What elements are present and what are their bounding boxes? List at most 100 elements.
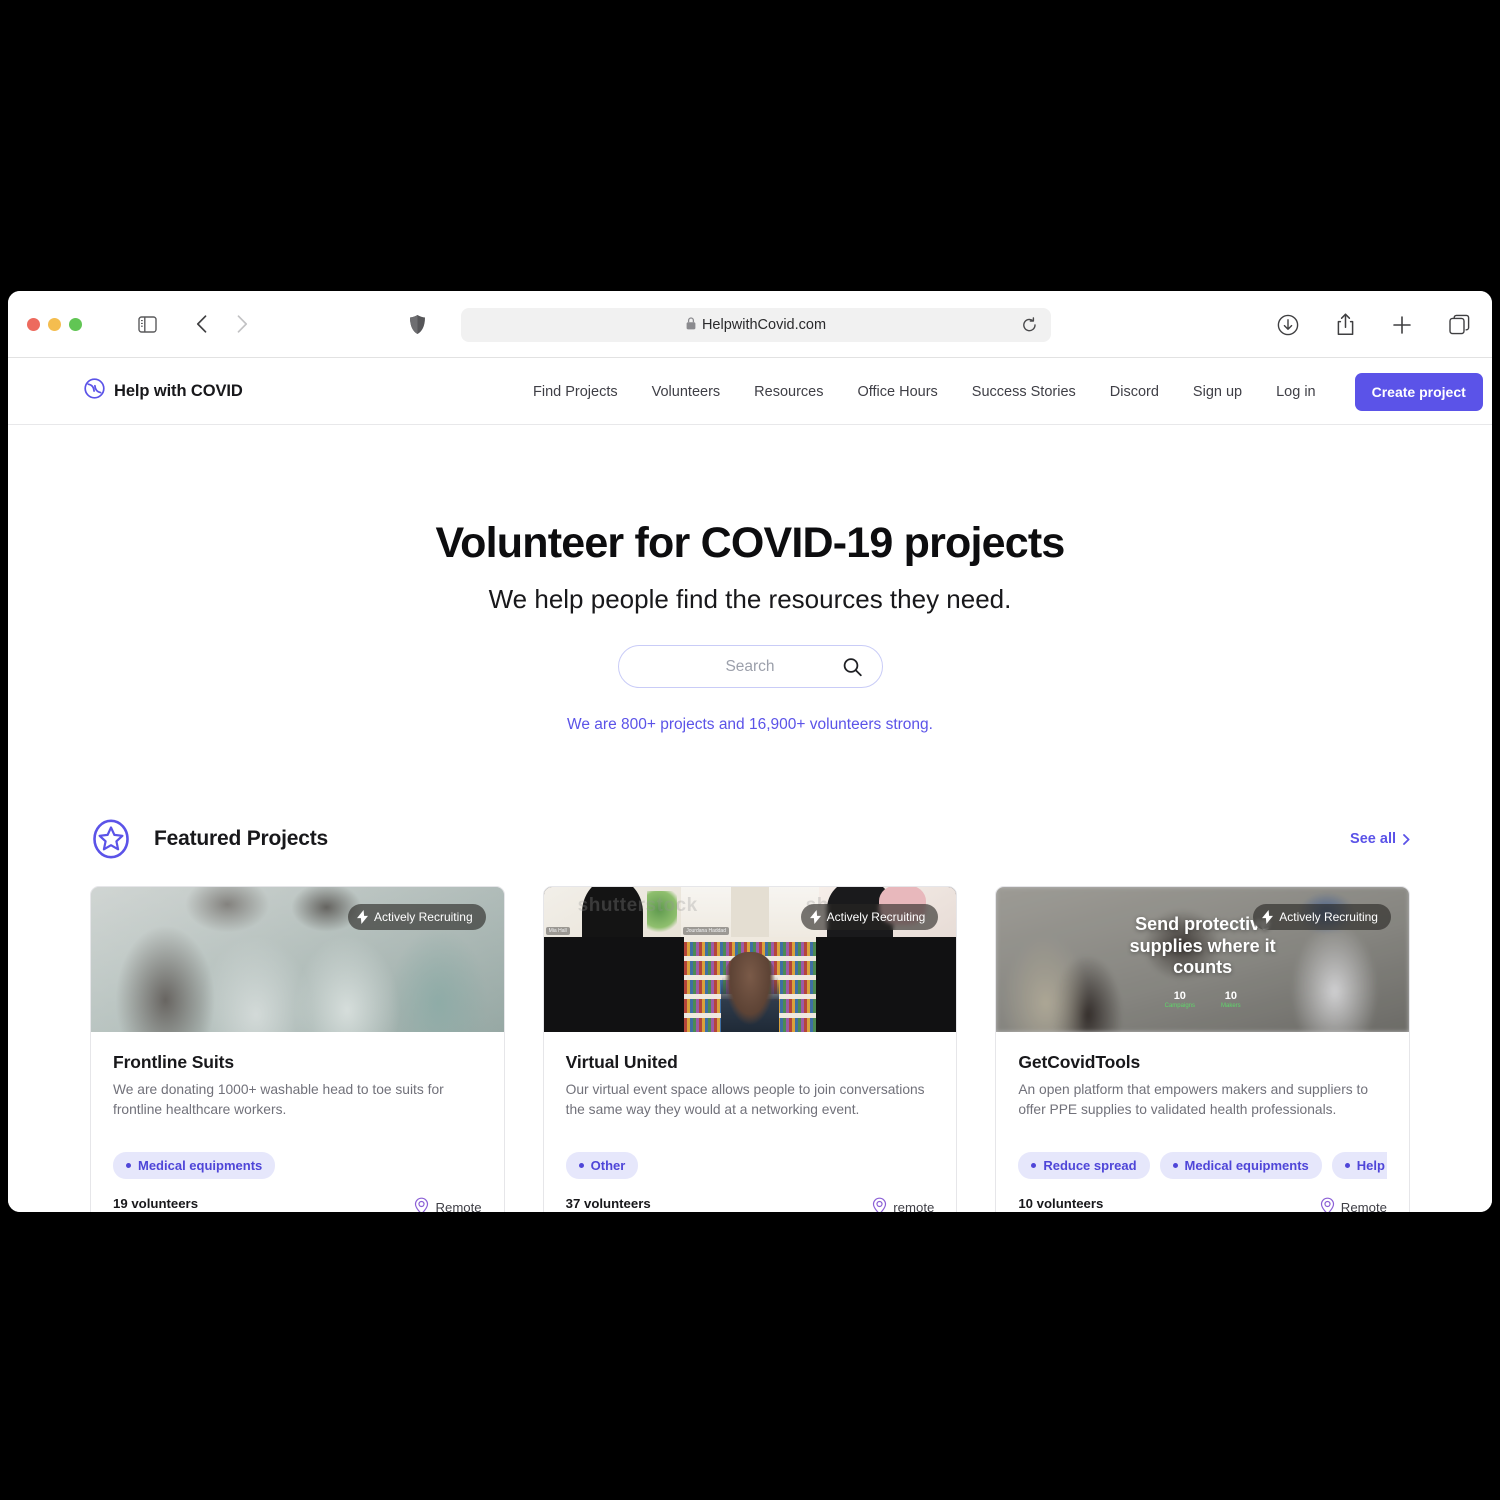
tag-chip[interactable]: Help ou xyxy=(1331,1152,1387,1180)
project-card-image: Mia Hall Jourdana Haddad shutterstock sh xyxy=(543,887,957,1032)
browser-toolbar: HelpwithCovid.com xyxy=(8,291,1492,358)
tag-dot-icon xyxy=(1172,1163,1178,1169)
see-all-label: See all xyxy=(1350,831,1396,847)
lock-icon xyxy=(686,316,696,334)
sidebar-toggle-icon[interactable] xyxy=(132,309,162,339)
project-card[interactable]: Actively Recruiting Frontline Suits We a… xyxy=(90,886,505,1212)
project-card-body: Virtual United Our virtual event space a… xyxy=(544,1032,957,1180)
video-main-speaker-tile xyxy=(683,937,817,1032)
project-tags: Reduce spread Medical equipments Help ou xyxy=(1018,1152,1387,1180)
nav-link-volunteers[interactable]: Volunteers xyxy=(635,384,738,400)
minimize-window-button[interactable] xyxy=(48,317,61,331)
nav-link-sign-up[interactable]: Sign up xyxy=(1176,384,1259,400)
forward-arrow-icon[interactable] xyxy=(227,309,257,339)
location-label: Remote xyxy=(435,1200,482,1212)
status-badge: Actively Recruiting xyxy=(800,904,939,930)
site-navbar: Help with COVID Find Projects Volunteers… xyxy=(8,358,1492,425)
see-all-link[interactable]: See all xyxy=(1350,831,1410,847)
featured-projects-section: Featured Projects See all Actively Recru… xyxy=(8,818,1492,1212)
tag-label: Other xyxy=(590,1158,626,1174)
tab-overview-icon[interactable] xyxy=(1444,310,1474,340)
project-location: Remote xyxy=(414,1196,482,1212)
video-tile-label: Jourdana Haddad xyxy=(683,927,729,935)
project-description: Our virtual event space allows people to… xyxy=(565,1082,925,1117)
help-with-covid-logo-icon xyxy=(84,378,105,404)
project-meta: 19 volunteers 12 months ago xyxy=(113,1196,200,1212)
project-card-body: Frontline Suits We are donating 1000+ wa… xyxy=(91,1032,504,1180)
stat-label: Campaigns xyxy=(1164,1003,1195,1010)
zoom-window-button[interactable] xyxy=(69,317,82,331)
tag-dot-icon xyxy=(1344,1163,1350,1169)
reload-icon[interactable] xyxy=(1017,313,1041,337)
stat-label: Makers xyxy=(1221,1003,1241,1010)
project-location: remote xyxy=(872,1196,934,1212)
create-project-button[interactable]: Create project xyxy=(1354,372,1483,411)
project-description: We are donating 1000+ washable head to t… xyxy=(113,1082,444,1117)
nav-link-discord[interactable]: Discord xyxy=(1093,384,1176,400)
search-box[interactable] xyxy=(617,645,883,688)
video-tile: Jourdana Haddad xyxy=(681,887,819,937)
brand-logo-group[interactable]: Help with COVID xyxy=(84,378,243,404)
status-badge: Actively Recruiting xyxy=(1253,904,1391,930)
project-tags: Other xyxy=(565,1152,935,1180)
video-tile-label: Mia Hall xyxy=(545,927,570,935)
tag-dot-icon xyxy=(1031,1163,1037,1169)
tag-chip[interactable]: Medical equipments xyxy=(113,1152,276,1180)
tag-chip[interactable]: Reduce spread xyxy=(1018,1152,1150,1180)
browser-window: HelpwithCovid.com Help with COVID Find P… xyxy=(8,291,1492,1212)
star-badge-icon xyxy=(90,818,132,860)
project-title: Virtual United xyxy=(565,1052,678,1072)
new-tab-icon[interactable] xyxy=(1387,310,1417,340)
lightning-bolt-icon xyxy=(809,910,821,924)
volunteer-count: 10 volunteers xyxy=(1018,1196,1104,1212)
status-badge-label: Actively Recruiting xyxy=(826,910,926,924)
project-card-body: GetCovidTools An open platform that empo… xyxy=(996,1032,1409,1180)
overlay-stats: 10 Campaigns 10 Makers xyxy=(1165,990,1241,1009)
stat-value: 10 xyxy=(1173,990,1186,1003)
search-input[interactable] xyxy=(665,657,835,676)
shield-icon[interactable] xyxy=(402,309,432,339)
traffic-lights xyxy=(27,317,82,331)
tag-label: Reduce spread xyxy=(1043,1158,1137,1174)
share-icon[interactable] xyxy=(1330,310,1360,340)
search-icon[interactable] xyxy=(843,657,862,676)
project-title: GetCovidTools xyxy=(1018,1052,1141,1072)
tag-chip[interactable]: Other xyxy=(565,1152,639,1180)
back-arrow-icon[interactable] xyxy=(186,309,216,339)
project-meta: 10 volunteers 11 months ago xyxy=(1018,1196,1104,1212)
project-location: Remote xyxy=(1320,1196,1387,1212)
tag-chip[interactable]: Medical equipments xyxy=(1159,1152,1322,1180)
project-cards-grid: Actively Recruiting Frontline Suits We a… xyxy=(90,886,1410,1212)
toolbar-right-group xyxy=(1273,291,1474,358)
lightning-bolt-icon xyxy=(1262,910,1274,924)
project-card-footer: 37 volunteers 11 months ago remote xyxy=(544,1179,957,1212)
nav-link-resources[interactable]: Resources xyxy=(737,384,840,400)
status-badge-label: Actively Recruiting xyxy=(1279,910,1378,924)
volunteer-count: 19 volunteers xyxy=(113,1196,199,1212)
map-pin-icon xyxy=(1320,1197,1335,1212)
tag-label: Medical equipments xyxy=(138,1158,263,1174)
map-pin-icon xyxy=(414,1197,429,1212)
project-tags: Medical equipments xyxy=(113,1152,482,1180)
featured-heading: Featured Projects xyxy=(154,827,328,850)
nav-link-office-hours[interactable]: Office Hours xyxy=(840,384,954,400)
project-card[interactable]: Send protective supplies where it counts… xyxy=(995,886,1410,1212)
url-bar[interactable]: HelpwithCovid.com xyxy=(461,308,1051,342)
project-card[interactable]: Mia Hall Jourdana Haddad shutterstock sh xyxy=(542,886,958,1212)
page-title: Volunteer for COVID-19 projects xyxy=(435,519,1065,567)
speaker-beard xyxy=(742,994,760,1015)
close-window-button[interactable] xyxy=(27,317,40,331)
nav-link-log-in[interactable]: Log in xyxy=(1259,384,1333,400)
nav-link-success-stories[interactable]: Success Stories xyxy=(955,384,1093,400)
nav-link-find-projects[interactable]: Find Projects xyxy=(533,384,635,400)
location-label: remote xyxy=(893,1200,935,1212)
hero-subtitle: We help people find the resources they n… xyxy=(488,584,1012,614)
overlay-stat: 10 Makers xyxy=(1221,990,1241,1009)
project-card-image: Send protective supplies where it counts… xyxy=(996,887,1409,1032)
chevron-right-icon xyxy=(1403,833,1410,845)
tag-label: Medical equipments xyxy=(1184,1158,1309,1174)
lightning-bolt-icon xyxy=(356,910,368,924)
page-content: Volunteer for COVID-19 projects We help … xyxy=(8,425,1492,1212)
overlay-stat: 10 Campaigns xyxy=(1165,990,1195,1009)
downloads-icon[interactable] xyxy=(1273,310,1303,340)
